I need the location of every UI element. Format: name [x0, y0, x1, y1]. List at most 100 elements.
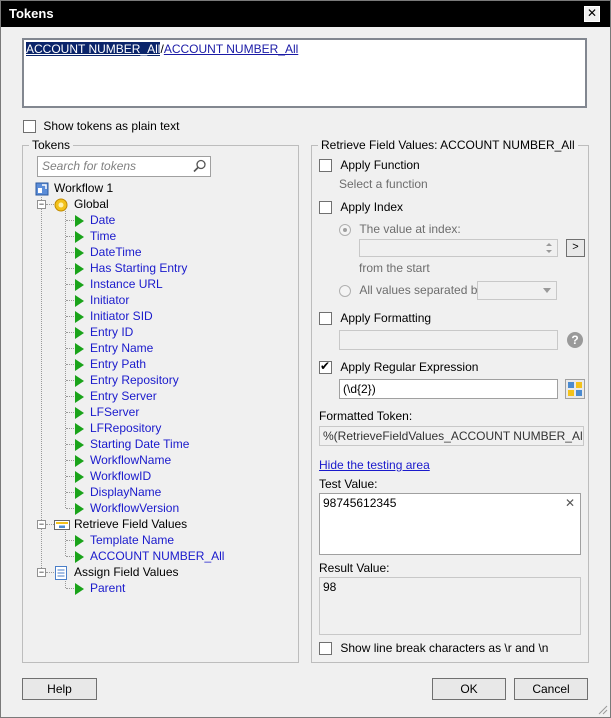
cancel-button[interactable]: Cancel: [514, 678, 588, 700]
regex-builder-button[interactable]: [565, 379, 585, 399]
token-play-icon: [75, 214, 84, 227]
apply-index-checkbox[interactable]: [319, 201, 332, 215]
apply-formatting-option[interactable]: Apply Formatting: [319, 311, 431, 326]
token-item[interactable]: Template Name: [75, 532, 174, 548]
token-item-label: Entry Repository: [90, 373, 179, 387]
formatted-token-label: Formatted Token:: [319, 409, 413, 423]
token-item[interactable]: Parent: [75, 580, 125, 596]
search-placeholder: Search for tokens: [42, 159, 137, 173]
assign-fields-icon: [55, 565, 67, 580]
apply-index-option[interactable]: Apply Index: [319, 200, 403, 215]
token-item[interactable]: WorkflowID: [75, 468, 151, 484]
token-item[interactable]: Has Starting Entry: [75, 260, 187, 276]
all-values-option[interactable]: All values separated by:: [339, 283, 487, 297]
token-play-icon: [75, 342, 84, 355]
result-value-output: 98: [319, 577, 581, 635]
token-item[interactable]: Starting Date Time: [75, 436, 189, 452]
token-search-input[interactable]: Search for tokens: [37, 156, 211, 177]
token-item[interactable]: ACCOUNT NUMBER_All: [75, 548, 224, 564]
apply-regex-option[interactable]: Apply Regular Expression: [319, 359, 478, 375]
token-item-label: DisplayName: [90, 485, 162, 499]
tree-node-retrieve-field-values[interactable]: Retrieve Field Values: [54, 516, 187, 532]
index-more-button[interactable]: >: [566, 239, 585, 257]
token-item[interactable]: Entry ID: [75, 324, 133, 340]
apply-function-option[interactable]: Apply Function: [319, 158, 420, 173]
token-item[interactable]: LFServer: [75, 404, 139, 420]
token-play-icon: [75, 310, 84, 323]
apply-formatting-checkbox[interactable]: [319, 312, 332, 326]
formatting-input[interactable]: [339, 330, 558, 350]
token-item[interactable]: Initiator: [75, 292, 129, 308]
global-icon: [54, 198, 68, 212]
tree-node-global[interactable]: Global: [54, 196, 109, 212]
value-at-index-radio[interactable]: [339, 223, 351, 236]
token-item[interactable]: LFRepository: [75, 420, 161, 436]
token-item-label: Date: [90, 213, 116, 227]
token-item[interactable]: Date: [75, 212, 115, 228]
token-expression-editor[interactable]: ACCOUNT NUMBER_All/ACCOUNT NUMBER_All: [22, 38, 587, 108]
plain-text-checkbox[interactable]: [23, 120, 36, 134]
token-play-icon: [75, 294, 84, 307]
line-breaks-option[interactable]: Show line break characters as \r and \n: [319, 641, 548, 656]
token-item[interactable]: Entry Repository: [75, 372, 179, 388]
token-item-label: Parent: [90, 581, 126, 595]
token-item-label: Entry Path: [90, 357, 147, 371]
help-button[interactable]: Help: [22, 678, 97, 700]
all-values-radio[interactable]: [339, 284, 351, 297]
chevron-down-icon: [543, 288, 551, 293]
token-item[interactable]: Entry Server: [75, 388, 157, 404]
value-at-index-option[interactable]: The value at index:: [339, 222, 461, 236]
global-collapse-toggle[interactable]: −: [37, 200, 46, 209]
index-number-input[interactable]: [359, 239, 558, 257]
token-item[interactable]: Entry Name: [75, 340, 153, 356]
tokens-group: Tokens: [22, 138, 299, 663]
close-button[interactable]: ✕: [584, 6, 600, 22]
from-the-start-label: from the start: [359, 261, 430, 275]
token-item-label: Entry Name: [90, 341, 154, 355]
properties-legend: Retrieve Field Values: ACCOUNT NUMBER_Al…: [318, 138, 578, 152]
line-breaks-checkbox[interactable]: [319, 642, 332, 656]
token-item-label: Entry Server: [90, 389, 157, 403]
hide-testing-area-link[interactable]: Hide the testing area: [319, 458, 430, 472]
ok-button[interactable]: OK: [432, 678, 506, 700]
token-item-label: Starting Date Time: [90, 437, 190, 451]
token-play-icon: [75, 230, 84, 243]
token-item[interactable]: Instance URL: [75, 276, 163, 292]
spinner-arrows-icon[interactable]: [542, 240, 556, 256]
search-icon[interactable]: [193, 159, 207, 173]
assign-collapse-toggle[interactable]: −: [37, 568, 46, 577]
apply-regex-checkbox[interactable]: [319, 359, 332, 375]
separator-select[interactable]: [477, 281, 557, 300]
token-item[interactable]: Entry Path: [75, 356, 146, 372]
tree-workflow-root[interactable]: Workflow 1: [35, 180, 113, 196]
regex-input[interactable]: (\d{2}): [339, 379, 558, 399]
token-item[interactable]: WorkflowName: [75, 452, 171, 468]
token-item[interactable]: DisplayName: [75, 484, 161, 500]
retrieve-collapse-toggle[interactable]: −: [37, 520, 46, 529]
retrieve-label: Retrieve Field Values: [74, 517, 188, 531]
tree-node-assign-field-values[interactable]: Assign Field Values: [54, 564, 179, 580]
token-play-icon: [75, 534, 84, 547]
apply-function-label: Apply Function: [340, 158, 420, 172]
retrieve-fields-icon: [54, 519, 70, 530]
token-item-label: WorkflowName: [90, 453, 172, 467]
token-item[interactable]: WorkflowVersion: [75, 500, 179, 516]
assign-label: Assign Field Values: [74, 565, 179, 579]
tokens-legend: Tokens: [29, 138, 74, 152]
token-item-label: ACCOUNT NUMBER_All: [90, 549, 225, 563]
token-link[interactable]: ACCOUNT NUMBER_All: [164, 42, 298, 56]
plain-text-option[interactable]: Show tokens as plain text: [23, 119, 179, 134]
token-item[interactable]: Initiator SID: [75, 308, 153, 324]
formatted-token-output: %(RetrieveFieldValues_ACCOUNT NUMBER_All…: [319, 426, 584, 446]
clear-icon[interactable]: ✕: [565, 496, 575, 510]
selected-token[interactable]: ACCOUNT NUMBER_All: [26, 42, 161, 56]
resize-grip-icon[interactable]: [596, 703, 608, 715]
token-item[interactable]: DateTime: [75, 244, 142, 260]
token-item-label: Has Starting Entry: [90, 261, 188, 275]
token-item[interactable]: Time: [75, 228, 116, 244]
apply-function-checkbox[interactable]: [319, 159, 332, 173]
tokens-dialog: Tokens ✕ ACCOUNT NUMBER_All/ACCOUNT NUMB…: [0, 0, 611, 718]
test-value-input[interactable]: 98745612345 ✕: [319, 493, 581, 555]
formatting-help-icon[interactable]: ?: [567, 332, 583, 348]
token-play-icon: [75, 406, 84, 419]
